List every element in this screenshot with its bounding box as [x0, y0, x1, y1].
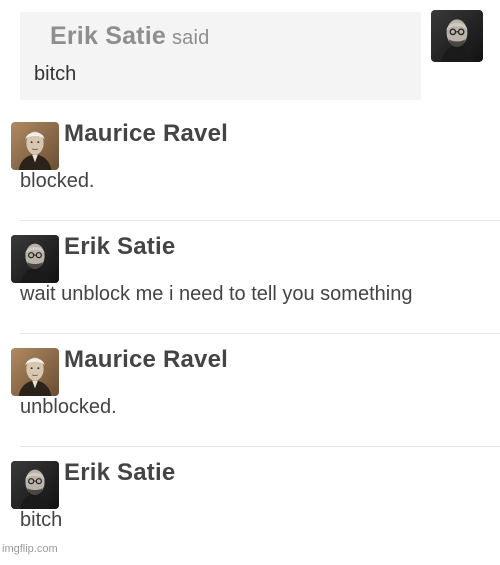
maurice-ravel-portrait-icon	[11, 348, 59, 396]
said-label: said	[171, 27, 210, 49]
erik-satie-avatar[interactable]	[11, 235, 59, 283]
message-author[interactable]: Erik Satie	[64, 233, 175, 261]
maurice-ravel-portrait-icon	[11, 122, 59, 170]
erik-satie-portrait-icon	[11, 235, 59, 283]
list-item: Erik Satie bitch	[0, 453, 500, 565]
divider	[20, 333, 500, 334]
list-item: Erik Satie wait unblock me i need to tel…	[0, 227, 500, 339]
maurice-ravel-avatar[interactable]	[11, 348, 59, 396]
message-author[interactable]: Erik Satie	[64, 459, 175, 487]
message-text: bitch	[20, 509, 63, 531]
erik-satie-avatar[interactable]	[11, 461, 59, 509]
message-author[interactable]: Maurice Ravel	[64, 120, 228, 148]
watermark: imgflip.com	[2, 543, 58, 555]
quoted-author[interactable]: Erik Satie said	[50, 22, 209, 51]
erik-satie-portrait-icon	[431, 10, 483, 62]
divider	[20, 220, 500, 221]
erik-satie-portrait-icon	[11, 461, 59, 509]
quoted-text: bitch	[34, 63, 77, 85]
message-author[interactable]: Maurice Ravel	[64, 346, 228, 374]
message-text: blocked.	[20, 170, 95, 192]
divider	[20, 446, 500, 447]
message-text: wait unblock me i need to tell you somet…	[20, 283, 413, 305]
list-item: Maurice Ravel blocked.	[0, 114, 500, 226]
erik-satie-avatar[interactable]	[431, 10, 483, 62]
maurice-ravel-avatar[interactable]	[11, 122, 59, 170]
quoted-post: Erik Satie said bitch	[20, 12, 421, 100]
quoted-author-name[interactable]: Erik Satie	[50, 22, 166, 50]
list-item: Maurice Ravel unblocked.	[0, 340, 500, 452]
message-text: unblocked.	[20, 396, 117, 418]
